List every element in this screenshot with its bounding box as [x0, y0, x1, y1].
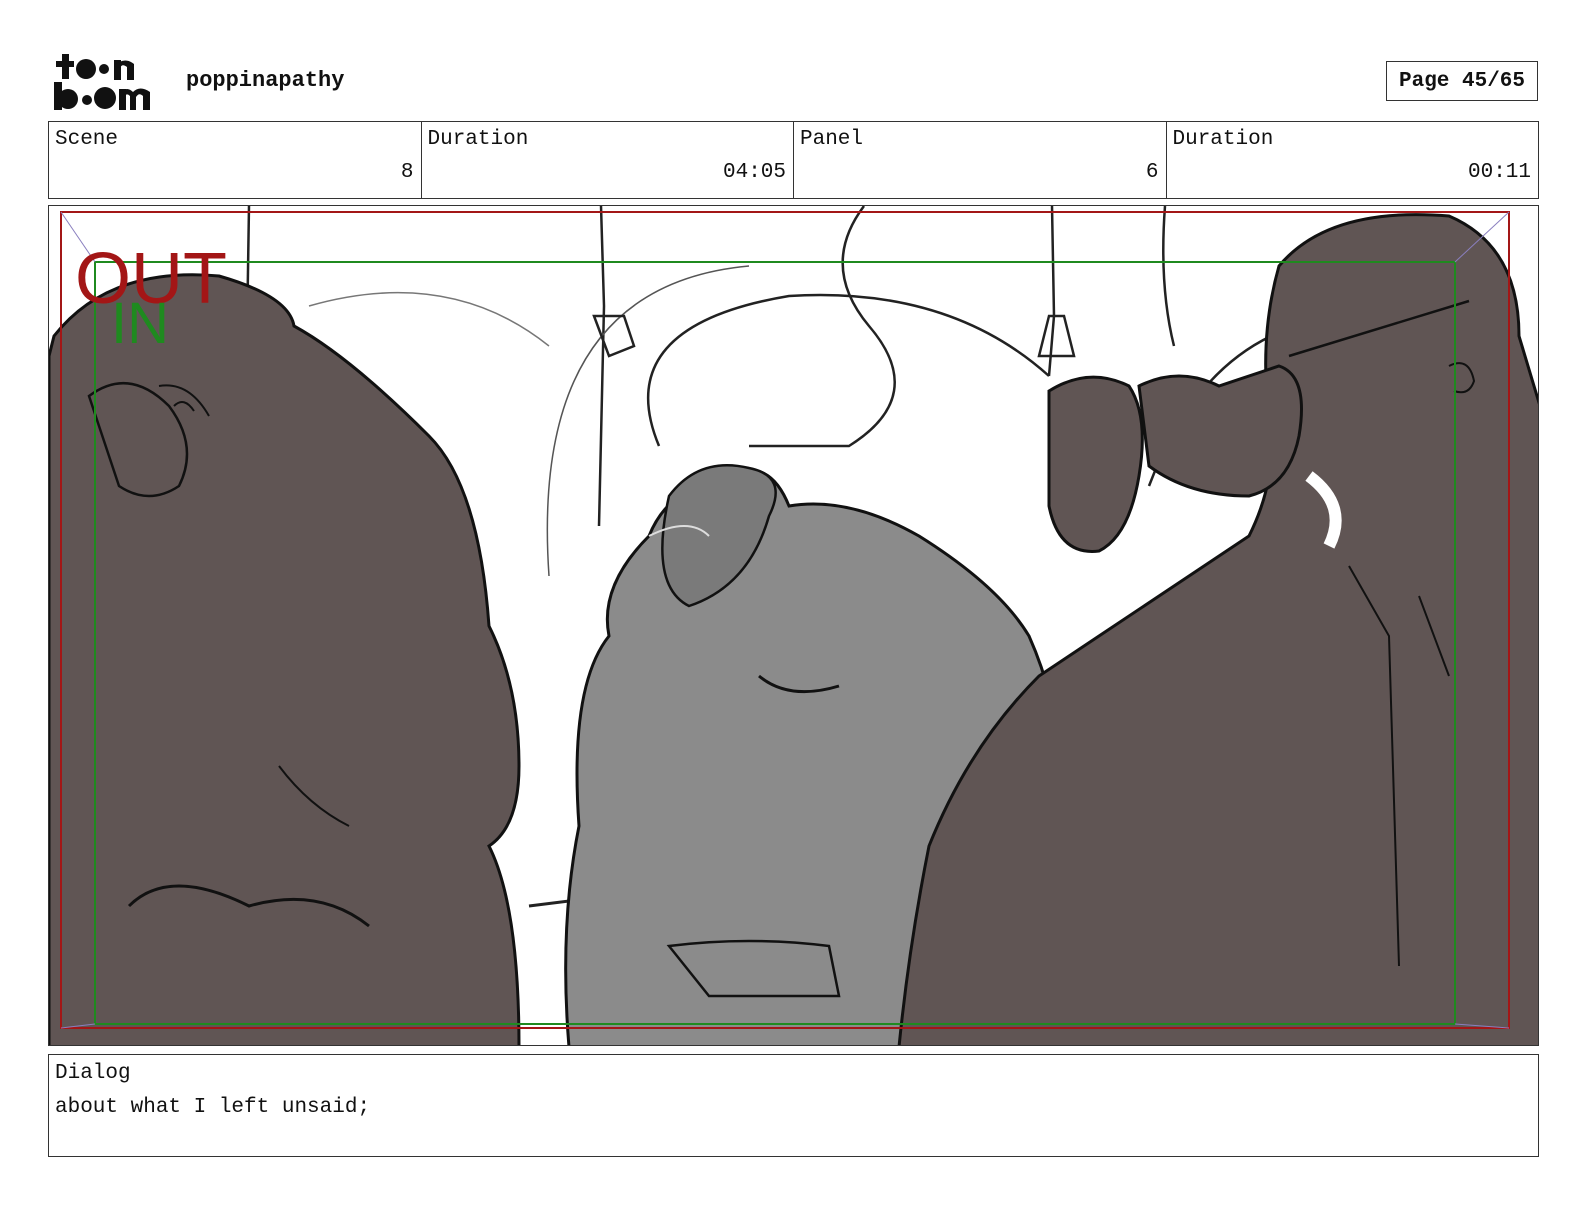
storyboard-panel-frame: OUT IN	[48, 205, 1539, 1046]
dialog-box: Dialog about what I left unsaid;	[48, 1054, 1539, 1157]
scene-value: 8	[400, 161, 414, 184]
scene-label: Scene	[55, 128, 119, 151]
panel-value: 6	[1145, 161, 1159, 184]
in-frame-label: IN	[111, 291, 169, 356]
dialog-label: Dialog	[55, 1062, 131, 1085]
panel-label: Panel	[800, 128, 864, 151]
scene-duration-label: Duration	[427, 128, 529, 151]
page-indicator: Page 45/65	[1386, 61, 1538, 101]
panel-duration-cell: Duration 00:11	[1167, 122, 1539, 198]
scene-duration-value: 04:05	[722, 161, 786, 184]
scene-info-row: Scene 8 Duration 04:05 Panel 6 Duration …	[48, 121, 1539, 199]
panel-cell: Panel 6	[794, 122, 1167, 198]
toonboom-logo	[52, 52, 164, 112]
left-figure	[49, 273, 521, 1045]
scene-duration-cell: Duration 04:05	[422, 122, 794, 198]
panel-duration-value: 00:11	[1467, 161, 1531, 184]
storyboard-sketch: OUT IN	[49, 206, 1538, 1045]
dialog-text: about what I left unsaid;	[55, 1096, 371, 1119]
scene-cell: Scene 8	[49, 122, 422, 198]
project-name: poppinapathy	[186, 68, 345, 93]
panel-duration-label: Duration	[1172, 128, 1274, 151]
